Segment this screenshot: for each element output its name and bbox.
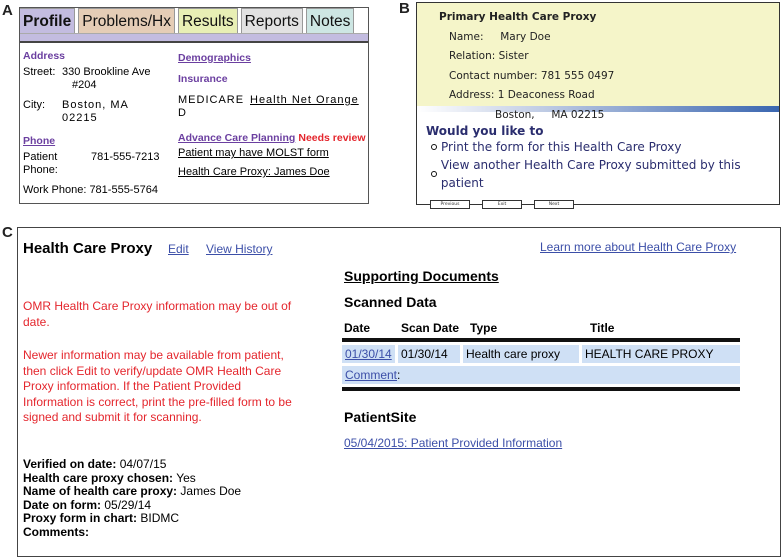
needs-review-badge: Needs review <box>298 132 366 144</box>
advance-care-link[interactable]: Advance Care Planning <box>178 132 295 144</box>
option-label: Print the form for this Health Care Prox… <box>441 140 682 154</box>
proxy-fields: Verified on date: 04/07/15 Health care p… <box>23 457 242 539</box>
table-top-rule <box>342 338 740 342</box>
proxy-wizard-panel: Primary Health Care Proxy Name: Mary Doe… <box>416 2 780 209</box>
tab-underline-bar <box>20 34 368 43</box>
patient-phone-value: 781-555-7213 <box>91 151 160 163</box>
warning-newer-info: Newer information may be available from … <box>23 348 292 424</box>
patient-phone-label-2: Phone: <box>23 164 58 176</box>
document-scan-date: 01/30/14 <box>398 345 460 363</box>
demographics-link[interactable]: Demographics <box>178 52 251 64</box>
scanned-documents-table: 01/30/14 01/30/14 Health care proxy HEAL… <box>342 338 740 391</box>
document-title: HEALTH CARE PROXY <box>582 345 740 363</box>
document-date-link[interactable]: 01/30/14 <box>342 345 395 363</box>
phone-heading[interactable]: Phone <box>23 135 55 147</box>
tab-notes[interactable]: Notes <box>305 8 355 33</box>
tab-reports[interactable]: Reports <box>240 8 303 33</box>
field-date-on-form: Date on form: 05/29/14 <box>23 497 152 512</box>
option-view-another[interactable]: View another Health Care Proxy submitted… <box>431 156 779 192</box>
option-label: View another Health Care Proxy submitted… <box>440 158 741 190</box>
wizard-buttons: Previous Exit Next <box>430 200 779 209</box>
supporting-documents-heading: Supporting Documents <box>344 268 499 284</box>
proxy-address-line1: Address: 1 Deaconess Road <box>449 89 595 101</box>
field-proxy-name: Name of health care proxy: James Doe <box>23 484 242 498</box>
option-print-form[interactable]: Print the form for this Health Care Prox… <box>431 138 779 156</box>
city-label: City: <box>23 99 45 111</box>
learn-more-link[interactable]: Learn more about Health Care Proxy <box>540 240 736 254</box>
column-scan-date: Scan Date <box>401 321 460 335</box>
proxy-name: Name: Mary Doe <box>449 30 551 43</box>
insurance-secondary-link[interactable]: Health Net Orange <box>250 94 359 106</box>
patient-provided-info-link[interactable]: 05/04/2015: Patient Provided Information <box>344 436 562 450</box>
field-proxy-chosen: Health care proxy chosen: Yes <box>23 470 196 485</box>
tab-bar: Profile Problems/Hx Results Reports Note… <box>20 8 368 34</box>
field-form-in-chart: Proxy form in chart: BIDMC <box>23 511 180 525</box>
street-label: Street: <box>23 66 56 78</box>
panel-label-c: C <box>2 224 13 241</box>
profile-panel: Profile Problems/Hx Results Reports Note… <box>19 7 369 204</box>
page-title: Health Care Proxy <box>23 240 153 257</box>
advance-care-header: Advance Care Planning Needs review <box>178 132 365 144</box>
exit-button[interactable]: Exit <box>482 200 522 209</box>
insurance-secondary-line2: D <box>178 107 186 119</box>
address-heading: Address <box>23 50 66 62</box>
proxy-title: Primary Health Care Proxy <box>439 11 597 23</box>
scanned-data-heading: Scanned Data <box>344 294 437 310</box>
comment-row: Comment: <box>342 366 740 384</box>
proxy-details: Primary Health Care Proxy Name: Mary Doe… <box>417 3 779 121</box>
table-bottom-rule <box>342 387 740 391</box>
proxy-relation: Relation: Sister <box>449 50 529 62</box>
city-line2: 02215 <box>62 112 98 124</box>
health-care-proxy-link[interactable]: Health Care Proxy: James Doe <box>178 166 358 178</box>
insurance-heading: Insurance <box>178 73 228 85</box>
column-date: Date <box>344 321 371 335</box>
warning-out-of-date: OMR Health Care Proxy information may be… <box>23 299 292 329</box>
panel-label-b: B <box>399 0 410 17</box>
radio-icon[interactable] <box>431 144 437 150</box>
street-line2: #204 <box>72 79 97 91</box>
view-history-link[interactable]: View History <box>206 242 272 256</box>
comment-cell: Comment: <box>342 366 740 384</box>
insurance-primary: MEDICARE <box>178 94 245 106</box>
table-row: 01/30/14 01/30/14 Health care proxy HEAL… <box>342 345 740 363</box>
edit-link[interactable]: Edit <box>168 242 189 256</box>
next-button[interactable]: Next <box>534 200 574 209</box>
radio-icon[interactable] <box>431 171 437 177</box>
field-verified-on: Verified on date: 04/07/15 <box>23 457 167 471</box>
patientsite-heading: PatientSite <box>344 409 417 425</box>
health-care-proxy-panel: Health Care Proxy Edit View History Lear… <box>17 227 781 557</box>
document-type: Health care proxy <box>463 345 579 363</box>
panel-label-a: A <box>2 2 13 19</box>
field-comments: Comments: <box>23 524 90 539</box>
tab-problems-hx[interactable]: Problems/Hx <box>78 8 175 33</box>
tab-results[interactable]: Results <box>177 8 238 33</box>
comment-link[interactable]: Comment <box>345 368 397 382</box>
previous-button[interactable]: Previous <box>430 200 470 209</box>
patient-phone-label: Patient <box>23 151 58 163</box>
city-line1: Boston, MA <box>62 99 129 111</box>
work-phone: Work Phone: 781-555-5764 <box>23 184 158 196</box>
proxy-contact: Contact number: 781 555 0497 <box>449 69 615 82</box>
street-line1: 330 Brookline Ave <box>62 66 151 78</box>
molst-link[interactable]: Patient may have MOLST form <box>178 147 329 159</box>
tab-profile[interactable]: Profile <box>20 8 76 33</box>
column-title: Title <box>590 321 615 335</box>
column-type: Type <box>470 321 498 335</box>
question-heading: Would you like to <box>426 124 544 138</box>
